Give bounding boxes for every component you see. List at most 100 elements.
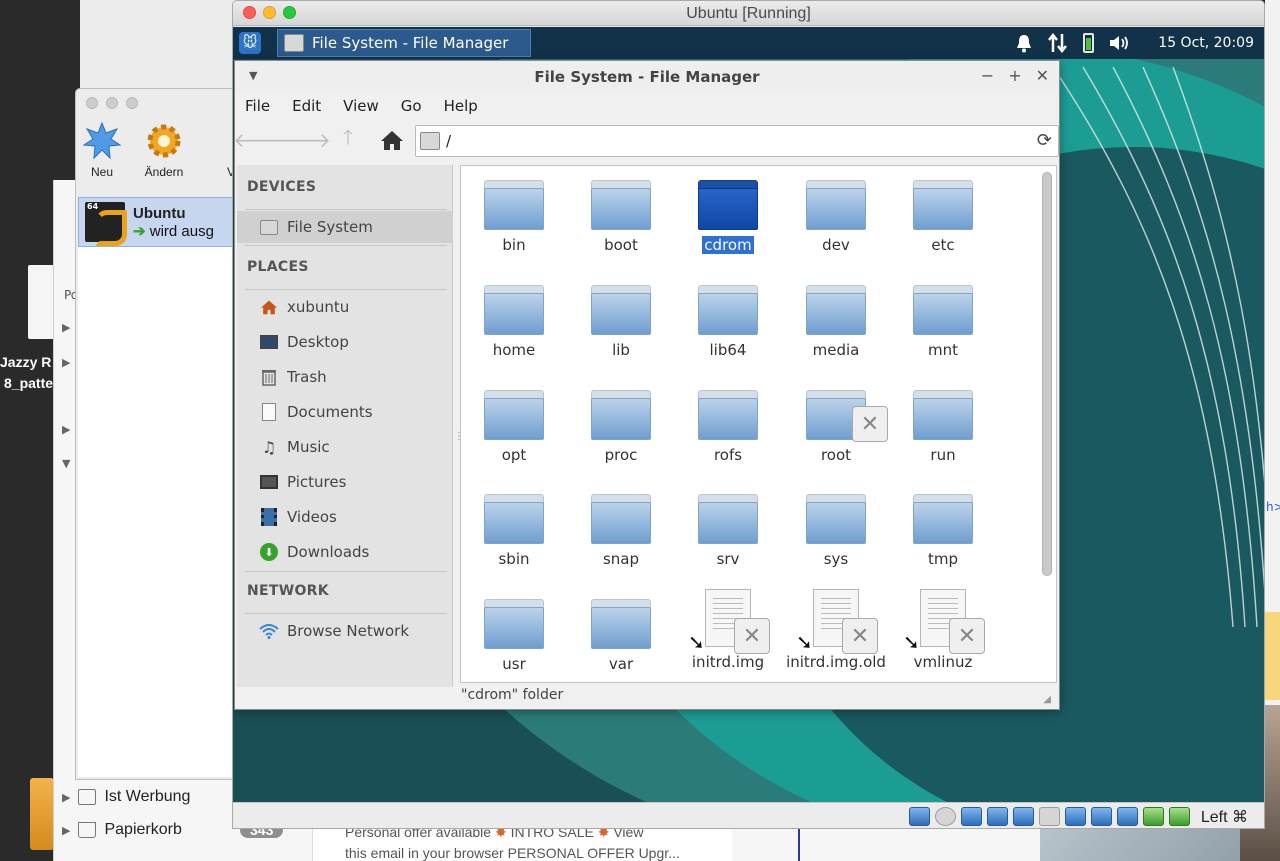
video-capture-icon[interactable] bbox=[1090, 807, 1112, 826]
disclosure-triangle[interactable]: ▶ bbox=[62, 791, 70, 804]
mail-folder-papierkorb[interactable]: ▶ Papierkorb bbox=[62, 821, 182, 839]
vertical-scrollbar[interactable] bbox=[1042, 172, 1052, 576]
folder-item[interactable]: home bbox=[464, 271, 564, 371]
folder-item[interactable]: usr bbox=[464, 585, 564, 682]
icon-view[interactable]: bin boot cdrom dev etc home lib lib64 media mnt op… bbox=[460, 165, 1057, 683]
usb-icon[interactable] bbox=[1012, 807, 1034, 826]
disclosure-triangle[interactable]: ▼ bbox=[62, 457, 70, 470]
folder-icon bbox=[698, 180, 758, 230]
item-label: root bbox=[820, 446, 852, 464]
folder-item[interactable]: mnt bbox=[893, 271, 993, 371]
shared-folders-icon[interactable] bbox=[1038, 807, 1060, 826]
folder-item[interactable]: ✕ root bbox=[786, 376, 888, 476]
folder-item[interactable]: sys bbox=[786, 480, 886, 580]
folder-icon bbox=[591, 180, 651, 230]
sidebar-item-desktop[interactable]: Desktop bbox=[237, 326, 453, 358]
menu-edit[interactable]: Edit bbox=[292, 97, 321, 115]
folder-item[interactable]: etc bbox=[893, 166, 993, 266]
mail-link-fragment[interactable]: h> bbox=[1266, 500, 1280, 514]
disclosure-triangle[interactable]: ▶ bbox=[62, 423, 70, 436]
disclosure-triangle[interactable]: ▶ bbox=[62, 321, 70, 334]
sidebar-item-browse-network[interactable]: Browse Network bbox=[237, 615, 453, 647]
close-button[interactable]: ✕ bbox=[1036, 66, 1049, 85]
item-label: run bbox=[930, 446, 956, 464]
sidebar-item-documents[interactable]: Documents bbox=[237, 396, 453, 428]
keyboard-capture-icon[interactable] bbox=[1168, 807, 1190, 826]
no-access-emblem-icon: ✕ bbox=[852, 406, 888, 442]
folder-item[interactable]: boot bbox=[571, 166, 671, 266]
folder-item[interactable]: bin bbox=[464, 166, 564, 266]
folder-item[interactable]: media bbox=[786, 271, 886, 371]
file-manager-title: File System - File Manager bbox=[534, 68, 760, 86]
mail-folder-ist-werbung[interactable]: ▶ Ist Werbung bbox=[62, 788, 190, 806]
clock[interactable]: 15 Oct, 20:09 bbox=[1158, 35, 1254, 51]
zoom-button[interactable] bbox=[126, 97, 138, 109]
desktop-file-icon[interactable] bbox=[28, 265, 54, 339]
whisker-menu-button[interactable]: 🐭 bbox=[239, 32, 261, 54]
folder-item[interactable]: dev bbox=[786, 166, 886, 266]
sidebar-item-downloads[interactable]: ⬇ Downloads bbox=[237, 536, 453, 568]
folder-item[interactable]: lib64 bbox=[678, 271, 778, 371]
file-item[interactable]: ➘ ✕ initrd.img bbox=[678, 585, 778, 682]
sidebar-item-pictures[interactable]: Pictures bbox=[237, 466, 453, 498]
new-button[interactable]: Neu bbox=[82, 121, 122, 179]
folder-item[interactable]: snap bbox=[571, 480, 671, 580]
guest-screen[interactable]: 🐭 File System - File Manager 15 Oct, 20:… bbox=[233, 27, 1264, 802]
folder-item[interactable]: opt bbox=[464, 376, 564, 476]
settings-button[interactable]: Ändern bbox=[144, 121, 184, 179]
volume-icon[interactable] bbox=[1108, 33, 1130, 53]
folder-item[interactable]: cdrom bbox=[678, 166, 778, 266]
mouse-integration-icon[interactable] bbox=[1142, 807, 1164, 826]
disclosure-triangle[interactable]: ▶ bbox=[62, 356, 70, 369]
cpu-icon[interactable] bbox=[1116, 807, 1138, 826]
folder-item[interactable]: lib bbox=[571, 271, 671, 371]
folder-item[interactable]: sbin bbox=[464, 480, 564, 580]
bell-icon[interactable] bbox=[1015, 33, 1033, 53]
menu-go[interactable]: Go bbox=[401, 97, 422, 115]
folder-item[interactable]: proc bbox=[571, 376, 671, 476]
audio-icon[interactable] bbox=[960, 807, 982, 826]
wallpaper-lines bbox=[1052, 67, 1264, 627]
folder-item[interactable]: run bbox=[893, 376, 993, 476]
display-icon[interactable] bbox=[1064, 807, 1086, 826]
sidebar-item-file-system[interactable]: File System bbox=[237, 211, 453, 243]
back-button[interactable]: 🡐 bbox=[233, 127, 287, 153]
close-button[interactable] bbox=[86, 97, 98, 109]
sidebar-item-xubuntu[interactable]: xubuntu bbox=[237, 291, 453, 323]
sidebar-item-videos[interactable]: Videos bbox=[237, 501, 453, 533]
drive-icon[interactable] bbox=[30, 778, 54, 850]
file-item[interactable]: ➘ ✕ vmlinuz bbox=[893, 585, 993, 682]
vm-list-item-ubuntu[interactable]: 64 Ubuntu ➔ wird ausg bbox=[78, 197, 241, 247]
file-item[interactable]: ➘ ✕ initrd.img.old bbox=[786, 585, 886, 682]
minimize-button[interactable]: − bbox=[981, 66, 994, 85]
location-path[interactable]: / bbox=[446, 132, 451, 150]
item-label: sys bbox=[823, 550, 849, 568]
location-bar[interactable]: / ⟳ bbox=[415, 125, 1059, 157]
network-icon[interactable] bbox=[986, 807, 1008, 826]
battery-icon[interactable] bbox=[1083, 33, 1095, 53]
folder-icon bbox=[913, 390, 973, 440]
vm-window-title: Ubuntu [Running] bbox=[686, 5, 811, 22]
resize-grip[interactable]: ◢ bbox=[1043, 694, 1051, 705]
folder-item[interactable]: rofs bbox=[678, 376, 778, 476]
home-button[interactable] bbox=[379, 127, 405, 153]
taskbar-button-file-manager[interactable]: File System - File Manager bbox=[277, 29, 531, 57]
folder-item[interactable]: tmp bbox=[893, 480, 993, 580]
text-file-icon: ➘ ✕ bbox=[688, 589, 770, 654]
minimize-button[interactable] bbox=[106, 97, 118, 109]
forward-button[interactable]: 🡒 bbox=[277, 127, 331, 153]
sidebar-item-trash[interactable]: Trash bbox=[237, 361, 453, 393]
sidebar-item-music[interactable]: ♫ Music bbox=[237, 431, 453, 463]
menu-file[interactable]: File bbox=[245, 97, 270, 115]
hard-disk-icon[interactable] bbox=[908, 807, 930, 826]
network-updown-icon[interactable] bbox=[1047, 32, 1069, 54]
folder-item[interactable]: srv bbox=[678, 480, 778, 580]
disclosure-triangle[interactable]: ▶ bbox=[62, 824, 70, 837]
maximize-button[interactable]: + bbox=[1008, 66, 1021, 85]
reload-icon[interactable]: ⟳ bbox=[1037, 130, 1052, 151]
folder-item[interactable]: var bbox=[571, 585, 671, 682]
optical-drive-icon[interactable] bbox=[934, 807, 956, 826]
menu-view[interactable]: View bbox=[343, 97, 379, 115]
up-button[interactable]: 🡑 bbox=[335, 125, 361, 153]
menu-help[interactable]: Help bbox=[444, 97, 478, 115]
